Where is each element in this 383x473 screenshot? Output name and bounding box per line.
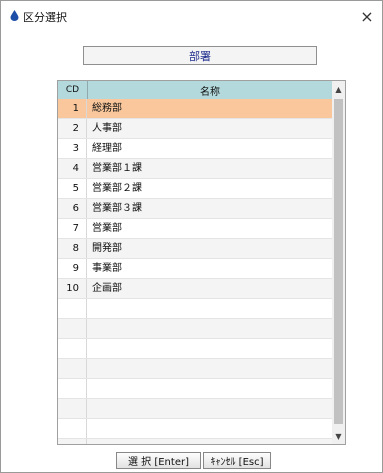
table-row[interactable]: 2 人事部 [58, 119, 332, 139]
table-row[interactable] [58, 319, 332, 339]
row-name: 人事部 [92, 123, 122, 134]
chevron-down-icon[interactable]: ▼ [332, 429, 345, 443]
dialog-window: 区分選択 × 部署 CD 名称 1 総務部 2 人事部 3 経理部 4 営業部１課 5 営業部２課… [0, 0, 383, 473]
row-name [87, 439, 332, 444]
scrollbar-thumb[interactable] [334, 99, 343, 424]
row-name: 企画部 [92, 283, 122, 294]
row-name: 事業部 [92, 263, 122, 274]
row-cd: 1 [58, 99, 87, 118]
row-name [87, 419, 332, 438]
row-cd [58, 299, 87, 318]
table-row[interactable] [58, 439, 332, 444]
table-row[interactable] [58, 399, 332, 419]
window-title: 区分選択 [23, 11, 67, 24]
row-name: 経理部 [92, 143, 122, 154]
row-cd: 2 [58, 119, 87, 138]
row-cd: 9 [58, 259, 87, 278]
row-name: 総務部 [92, 103, 122, 114]
row-cd: 7 [58, 219, 87, 238]
row-cd [58, 319, 87, 338]
row-name [87, 359, 332, 378]
table-row[interactable]: 6 営業部３課 [58, 199, 332, 219]
table-row[interactable]: 9 事業部 [58, 259, 332, 279]
table-row[interactable] [58, 339, 332, 359]
row-cd [58, 339, 87, 358]
grid-rows: 1 総務部 2 人事部 3 経理部 4 営業部１課 5 営業部２課 6 営業部３課 7 営業部 8 開発部 9 事… [58, 99, 332, 444]
table-row[interactable] [58, 419, 332, 439]
cancel-button[interactable]: ｷｬﾝｾﾙ [Esc] [203, 452, 271, 469]
table-row[interactable]: 1 総務部 [58, 99, 332, 119]
row-cd [58, 379, 87, 398]
row-cd [58, 399, 87, 418]
row-cd [58, 419, 87, 438]
row-name [87, 379, 332, 398]
table-row[interactable]: 8 開発部 [58, 239, 332, 259]
row-cd: 6 [58, 199, 87, 218]
vertical-scrollbar[interactable]: ▲ ▼ [332, 81, 345, 444]
table-row[interactable] [58, 359, 332, 379]
table-row[interactable]: 7 営業部 [58, 219, 332, 239]
row-name [87, 399, 332, 418]
select-button[interactable]: 選 択 [Enter] [116, 452, 201, 469]
table-row[interactable]: 3 経理部 [58, 139, 332, 159]
row-cd: 4 [58, 159, 87, 178]
droplet-icon [9, 10, 20, 21]
row-cd: 5 [58, 179, 87, 198]
row-cd: 8 [58, 239, 87, 258]
chevron-up-icon[interactable]: ▲ [332, 82, 345, 96]
category-grid: CD 名称 1 総務部 2 人事部 3 経理部 4 営業部１課 5 営業部２課 6 営業部３課 7 営業部… [57, 80, 346, 445]
category-label: 部署 [83, 46, 317, 65]
table-row[interactable]: 10 企画部 [58, 279, 332, 299]
column-header-cd[interactable]: CD [58, 81, 88, 99]
row-cd: 10 [58, 279, 87, 298]
row-name: 営業部１課 [92, 163, 142, 174]
table-row[interactable] [58, 379, 332, 399]
table-row[interactable] [58, 299, 332, 319]
row-name: 営業部 [92, 223, 122, 234]
row-name: 営業部３課 [92, 203, 142, 214]
row-name [87, 339, 332, 358]
grid-header: CD 名称 [58, 81, 332, 99]
column-header-name[interactable]: 名称 [88, 81, 332, 99]
title-bar: 区分選択 × [1, 1, 382, 31]
row-cd [58, 439, 87, 444]
row-name [87, 299, 332, 318]
row-name [87, 319, 332, 338]
row-cd: 3 [58, 139, 87, 158]
row-name: 開発部 [92, 243, 122, 254]
close-icon[interactable]: × [356, 5, 378, 27]
table-row[interactable]: 5 営業部２課 [58, 179, 332, 199]
table-row[interactable]: 4 営業部１課 [58, 159, 332, 179]
row-name: 営業部２課 [92, 183, 142, 194]
row-cd [58, 359, 87, 378]
